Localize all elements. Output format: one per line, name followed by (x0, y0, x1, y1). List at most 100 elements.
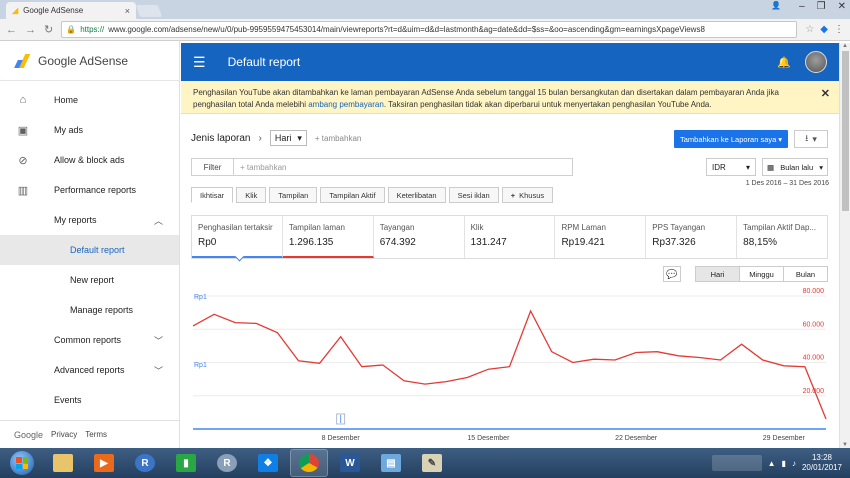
sidebar-item-events[interactable]: Events (0, 385, 179, 415)
terms-link[interactable]: Terms (85, 430, 107, 439)
filter-bar[interactable]: Filter + tambahkan (191, 158, 573, 176)
dimension-select[interactable]: Hari ▾ (269, 130, 307, 146)
tab-tampilan-aktif[interactable]: Tampilan Aktif (320, 187, 385, 203)
windows-logo-icon (10, 451, 34, 475)
taskbar-clock[interactable]: 13:28 20/01/2017 (802, 453, 842, 473)
taskbar-r[interactable]: R (126, 449, 164, 477)
sidebar-item-common-reports[interactable]: Common reports ﹀ (0, 325, 179, 355)
chevron-down-icon: ﹀ (153, 335, 163, 346)
scorecard-label: Penghasilan tertaksir (198, 223, 273, 232)
tab-ikhtisar[interactable]: Ikhtisar (191, 187, 234, 203)
taskbar-word[interactable]: W (331, 449, 369, 477)
tab-keterlibatan[interactable]: Keterlibatan (387, 187, 446, 203)
url-text: www.google.com/adsense/new/u/0/pub-99595… (108, 25, 705, 34)
scorecard-page-views[interactable]: Tampilan laman 1.296.135 (282, 216, 374, 258)
scorecard-impressions[interactable]: Tayangan 674.392 (374, 216, 465, 258)
browser-tab[interactable]: ◢ Google AdSense × (6, 2, 136, 19)
tab-tampilan[interactable]: Tampilan (269, 187, 318, 203)
left-axis-tick-label: Rp1 (194, 294, 207, 301)
payment-threshold-link[interactable]: ambang pembayaran (308, 100, 384, 109)
forward-icon[interactable]: → (25, 24, 36, 36)
close-banner-icon[interactable]: ✕ (821, 88, 830, 100)
metric-tabs: Ikhtisar Klik Tampilan Tampilan Aktif Ke… (191, 187, 554, 203)
download-button[interactable]: ⭳ ▾ (794, 130, 828, 148)
back-icon[interactable]: ← (6, 24, 17, 36)
privacy-link[interactable]: Privacy (51, 430, 77, 439)
sidebar-item-manage-reports[interactable]: Manage reports (0, 295, 179, 325)
taskbar-stats-app[interactable]: ▮ (167, 449, 205, 477)
start-button[interactable] (0, 448, 44, 478)
avatar[interactable] (805, 51, 827, 73)
add-dimension-link[interactable]: + tambahkan (315, 134, 361, 143)
scorecard-impression-cpc[interactable]: PPS Tayangan Rp37.326 (646, 216, 738, 258)
scorecard-clicks[interactable]: Klik 131.247 (465, 216, 556, 258)
media-player-icon: ▶ (94, 454, 114, 472)
sidebar-item-label: Default report (70, 245, 125, 255)
scorecard-label: Klik (470, 223, 484, 232)
scrollbar-thumb[interactable] (842, 51, 849, 211)
scorecard-page-rpm[interactable]: RPM Laman Rp19.421 (555, 216, 647, 258)
close-tab-icon[interactable]: × (125, 6, 130, 16)
taskbar-rstudio[interactable]: R (208, 449, 246, 477)
dropdown-caret-icon: ▾ (778, 134, 782, 144)
chevron-up-icon: ︿ (153, 215, 163, 226)
network-icon[interactable]: ▮ (782, 459, 786, 468)
tab-klik[interactable]: Klik (236, 187, 267, 203)
sidebar-item-label: Common reports (54, 335, 122, 345)
annotation-comment-button[interactable]: 💬 (663, 266, 681, 282)
taskbar-media-player[interactable]: ▶ (85, 449, 123, 477)
sidebar-item-new-report[interactable]: New report (0, 265, 179, 295)
scorecard-value: 88,15% (743, 237, 778, 248)
maximize-icon[interactable]: ❐ (817, 1, 826, 12)
add-to-my-reports-button[interactable]: Tambahkan ke Laporan saya ▾ (674, 130, 788, 148)
granularity-day[interactable]: Hari (696, 267, 740, 281)
minimize-icon[interactable]: – (799, 1, 805, 12)
granularity-month[interactable]: Bulan (784, 267, 827, 281)
reload-icon[interactable]: ↻ (44, 23, 53, 36)
granularity-week[interactable]: Minggu (740, 267, 784, 281)
currency-select[interactable]: IDR ▾ (706, 158, 756, 176)
notifications-bell-icon[interactable]: 🔔 (777, 56, 791, 69)
address-bar[interactable]: 🔒 https://www.google.com/adsense/new/u/0… (61, 21, 798, 38)
volume-icon[interactable]: ♪ (792, 459, 796, 468)
scorecard-active-view[interactable]: Tampilan Aktif Dap... 88,15% (737, 216, 827, 258)
user-icon[interactable]: 👤 (771, 1, 781, 12)
block-icon: ⊘ (18, 154, 28, 167)
report-main: Jenis laporan › Hari ▾ + tambahkan Tamba… (181, 114, 839, 448)
sidebar-item-allow-block[interactable]: ⊘ Allow & block ads (0, 145, 179, 175)
page-scrollbar[interactable]: ▲ ▼ (839, 43, 850, 448)
browser-toolbar: ← → ↻ 🔒 https://www.google.com/adsense/n… (0, 19, 850, 41)
new-tab-button[interactable] (135, 5, 163, 17)
scroll-up-icon[interactable]: ▲ (842, 43, 848, 49)
youtube-earnings-banner: Penghasilan YouTube akan ditambahkan ke … (181, 81, 839, 114)
sidebar-item-my-reports[interactable]: My reports ︿ (0, 205, 179, 235)
tab-khusus[interactable]: + Khusus (501, 187, 554, 203)
sidebar-item-label: My reports (54, 215, 97, 225)
dropdown-caret-icon: ▾ (297, 132, 302, 143)
tab-sesi-iklan[interactable]: Sesi iklan (448, 187, 499, 203)
sidebar-item-advanced-reports[interactable]: Advanced reports ﹀ (0, 355, 179, 385)
hamburger-menu-icon[interactable]: ☰ (193, 54, 206, 71)
taskbar-chrome[interactable] (290, 449, 328, 477)
bookmark-star-icon[interactable]: ☆ (805, 24, 814, 35)
taskbar-explorer[interactable] (44, 449, 82, 477)
taskbar-dropbox[interactable]: ❖ (249, 449, 287, 477)
tray-expand-icon[interactable]: ▲ (768, 459, 776, 468)
sidebar-item-home[interactable]: ⌂ Home (0, 85, 179, 115)
close-window-icon[interactable]: ✕ (838, 1, 846, 12)
scorecard-estimated-earnings[interactable]: Penghasilan tertaksir Rp0 (192, 216, 283, 262)
sidebar-item-default-report[interactable]: Default report (0, 235, 179, 265)
scorecard-label: Tampilan Aktif Dap... (743, 223, 817, 232)
chrome-menu-icon[interactable]: ⋮ (834, 24, 844, 35)
r-icon: R (135, 454, 155, 472)
extension-icon[interactable]: ◆ (820, 24, 828, 35)
stats-icon: ▮ (176, 454, 196, 472)
taskbar-paint[interactable]: ✎ (413, 449, 451, 477)
sidebar-item-performance[interactable]: ▥ Performance reports (0, 175, 179, 205)
date-range-select[interactable]: ▦ Bulan lalu ▾ (762, 158, 828, 176)
right-axis-tick-label: 80.000 (803, 288, 825, 295)
adsense-logo[interactable]: Google AdSense (0, 41, 179, 81)
date-range-text: 1 Des 2016 – 31 Des 2016 (745, 180, 829, 187)
sidebar-item-my-ads[interactable]: ▣ My ads (0, 115, 179, 145)
taskbar-photos[interactable]: ▤ (372, 449, 410, 477)
